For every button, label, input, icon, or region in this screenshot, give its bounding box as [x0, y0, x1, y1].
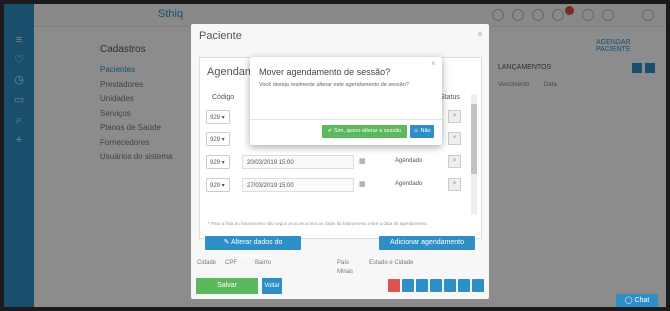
field-label: Cidade: [197, 260, 217, 266]
save-button[interactable]: Salvar: [196, 278, 258, 294]
remove-row-button[interactable]: ×: [448, 155, 461, 168]
document-icon[interactable]: [430, 279, 442, 292]
dialog-message: Você deseja realmente alterar este agend…: [259, 82, 409, 88]
cancel-button[interactable]: ☺ Não: [410, 125, 434, 138]
user-icon: ☺: [413, 128, 421, 134]
state-select[interactable]: Minas: [337, 269, 353, 275]
appointment-row: 929 ▾ 27/03/2019 15:00 ▦ Agendado ×: [206, 178, 466, 194]
billing-note: * Para a lista do faturamento não seguir…: [208, 221, 428, 226]
status-text: Agendado: [395, 158, 423, 164]
status-column-header: Status: [440, 94, 460, 101]
field-label: Bairro: [255, 260, 272, 266]
back-button[interactable]: Voltar: [262, 278, 282, 294]
close-icon[interactable]: ×: [477, 29, 483, 40]
patient-modal-title: Paciente: [199, 30, 242, 42]
move-appointment-dialog: Mover agendamento de sessão? × Você dese…: [250, 57, 442, 145]
code-select[interactable]: 929 ▾: [206, 178, 230, 192]
calendar-icon[interactable]: ▦: [359, 180, 366, 188]
appointment-row: 929 ▾ 20/03/2019 15:00 ▦ Agendado ×: [206, 155, 466, 171]
text-icon[interactable]: [416, 279, 428, 292]
datetime-field[interactable]: 20/03/2019 15:00: [242, 155, 354, 169]
print-icon[interactable]: [402, 279, 414, 292]
datetime-field[interactable]: 27/03/2019 15:00: [242, 178, 354, 192]
remove-row-button[interactable]: ×: [448, 110, 461, 123]
edit-icon[interactable]: [444, 279, 456, 292]
pen-icon[interactable]: [458, 279, 470, 292]
code-select[interactable]: 929 ▾: [206, 132, 230, 146]
calendar-icon[interactable]: ▦: [359, 157, 366, 165]
scrollbar[interactable]: [471, 94, 477, 214]
status-text: Agendado: [395, 181, 423, 187]
remove-row-button[interactable]: ×: [448, 178, 461, 191]
list-icon[interactable]: [472, 279, 484, 292]
code-select[interactable]: 929 ▾: [206, 155, 230, 169]
confirm-button[interactable]: ✔ Sim, quero alterar a sessão: [322, 125, 407, 138]
field-label: País: [337, 260, 350, 266]
app-window: ≡ ♡ ◷ ▭ ⌕ + Sthiq Cadastros Pacientes Pr…: [4, 4, 666, 307]
add-appointment-button[interactable]: Adicionar agendamento: [379, 236, 475, 250]
divider: [250, 119, 442, 120]
remove-row-button[interactable]: ×: [448, 132, 461, 145]
field-label: CPF: [225, 260, 237, 266]
chat-button[interactable]: ◯ Chat: [616, 294, 658, 307]
edit-billing-button[interactable]: ✎ Alterar dados do faturamento: [205, 236, 301, 260]
dialog-title: Mover agendamento de sessão?: [259, 67, 391, 77]
close-icon[interactable]: ×: [431, 59, 436, 68]
code-select[interactable]: 929 ▾: [206, 110, 230, 124]
field-label: Estado e Cidade: [369, 260, 414, 266]
delete-icon[interactable]: [388, 279, 400, 292]
edit-icon: ✎: [223, 239, 232, 246]
scrollbar-thumb[interactable]: [471, 104, 477, 174]
code-column-header: Código: [212, 94, 235, 101]
